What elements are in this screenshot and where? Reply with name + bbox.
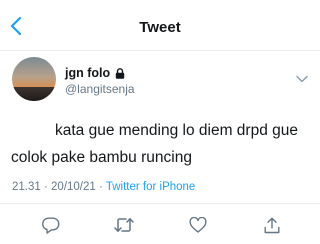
retweet-button[interactable] [114,215,134,235]
like-button[interactable] [188,215,208,235]
heart-icon [189,217,207,233]
page-title: Tweet [139,19,181,36]
action-divider [0,203,320,204]
lock-icon [115,67,125,79]
author-handle[interactable]: @langitsenja [65,82,135,96]
more-options-button[interactable] [294,72,310,86]
tweet-time: 21.31 [12,181,41,193]
nav-bar: Tweet [0,0,320,50]
author-name-row[interactable]: jgn folo [65,66,125,80]
share-icon [264,217,280,233]
meta-separator: · [43,181,48,193]
reply-button[interactable] [41,215,61,235]
tweet-meta: 21.31 · 20/10/21 · Twitter for iPhone [12,181,195,193]
tweet-text: kata gue mending lo diem drpd gue colok … [11,122,298,166]
avatar[interactable] [12,57,56,101]
nav-divider [0,50,320,51]
tweet-source-link[interactable]: Twitter for iPhone [106,181,195,193]
meta-separator: · [99,181,103,193]
reply-icon [42,217,60,234]
chevron-down-icon [296,75,308,83]
tweet-date: 20/10/21 [51,181,96,193]
retweet-icon [114,218,134,232]
avatar-horizon [12,87,56,101]
author-display-name: jgn folo [65,66,111,80]
share-button[interactable] [262,215,282,235]
